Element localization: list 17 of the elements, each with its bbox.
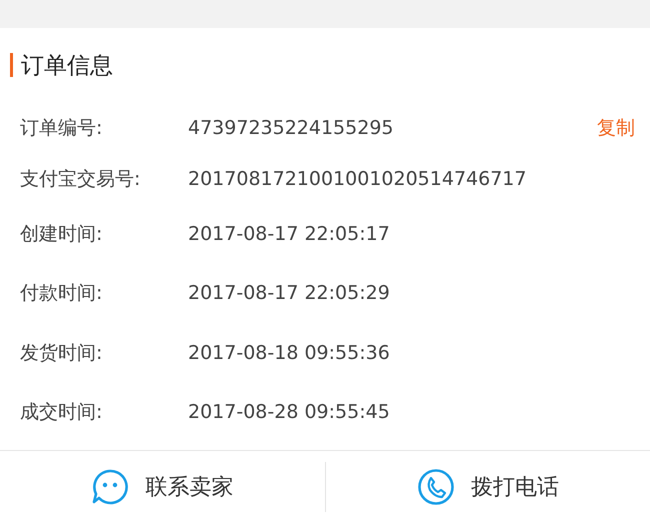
field-label: 订单编号: bbox=[20, 116, 104, 140]
field-value: 2017-08-17 22:05:29 bbox=[188, 282, 391, 304]
call-button[interactable]: 拨打电话 bbox=[326, 451, 650, 522]
chat-icon bbox=[91, 468, 130, 506]
field-label: 支付宝交易号: bbox=[20, 166, 142, 192]
field-value: 2017-08-18 09:55:36 bbox=[188, 342, 391, 364]
field-value: 2017-08-28 09:55:45 bbox=[188, 401, 391, 424]
field-label: 成交时间: bbox=[20, 400, 104, 426]
field-label: 付款时间: bbox=[20, 281, 104, 306]
contact-button[interactable]: 联系卖家 bbox=[0, 451, 324, 522]
section-title: 订单信息 bbox=[21, 52, 113, 80]
field-label: 创建时间: bbox=[20, 222, 104, 247]
field-label: 发货时间: bbox=[20, 340, 104, 366]
field-value: 2017-08-17 22:05:17 bbox=[188, 222, 391, 245]
field-value: 2017081721001001020514746717 bbox=[188, 168, 528, 190]
field-value: 47397235224155295 bbox=[188, 116, 395, 138]
phone-icon bbox=[416, 468, 455, 506]
